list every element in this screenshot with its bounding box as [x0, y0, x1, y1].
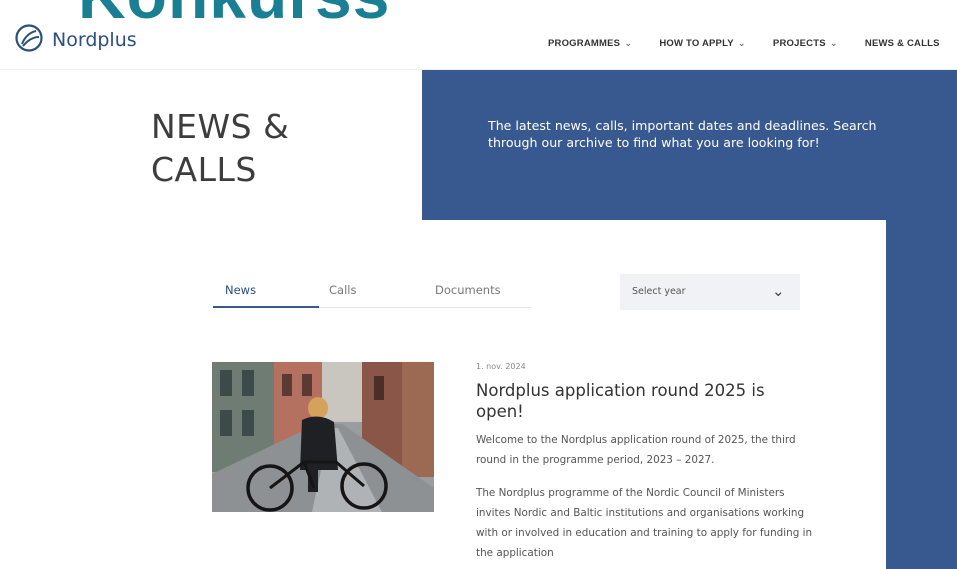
- tab-calls[interactable]: Calls: [329, 283, 356, 297]
- main-nav: PROGRAMMES ⌄ HOW TO APPLY ⌄ PROJECTS ⌄ NEWS…: [548, 38, 940, 49]
- content-tabs: News Calls Documents: [213, 279, 531, 308]
- tab-documents[interactable]: Documents: [435, 283, 501, 297]
- article-title[interactable]: Nordplus application round 2025 is open!: [476, 380, 806, 422]
- page: Nordplus PROGRAMMES ⌄ HOW TO APPLY ⌄ PROJE…: [0, 0, 957, 569]
- overlay-title: Konkurss: [78, 0, 390, 28]
- article-paragraph-2: The Nordplus programme of the Nordic Cou…: [476, 487, 813, 559]
- chevron-down-icon: ⌄: [737, 38, 746, 49]
- side-accent-strip: [886, 220, 957, 569]
- nav-item-news-calls[interactable]: NEWS & CALLS: [865, 38, 940, 49]
- chevron-down-icon: ⌄: [624, 38, 633, 49]
- chevron-down-icon: ⌄: [772, 282, 785, 300]
- nordplus-logo-icon: [14, 23, 44, 57]
- nav-item-how-to-apply[interactable]: HOW TO APPLY ⌄: [659, 38, 746, 49]
- nav-item-programmes[interactable]: PROGRAMMES ⌄: [548, 38, 632, 49]
- page-title: NEWS & CALLS: [151, 105, 289, 191]
- year-select-value: Select year: [632, 286, 686, 297]
- year-select[interactable]: Select year ⌄: [620, 274, 800, 310]
- hero-intro-text: The latest news, calls, important dates …: [488, 118, 877, 150]
- tab-news[interactable]: News: [225, 283, 256, 297]
- news-article: 1. nov. 2024 Nordplus application round …: [476, 362, 836, 563]
- article-image[interactable]: [212, 362, 434, 512]
- page-title-line-1: NEWS &: [151, 107, 290, 146]
- chevron-down-icon: ⌄: [829, 38, 838, 49]
- page-title-line-2: CALLS: [151, 150, 257, 189]
- hero-intro-panel: The latest news, calls, important dates …: [422, 70, 957, 220]
- article-date: 1. nov. 2024: [476, 362, 526, 371]
- nav-item-projects[interactable]: PROJECTS ⌄: [773, 38, 838, 49]
- article-paragraph-1: Welcome to the Nordplus application roun…: [476, 434, 796, 466]
- logo-text: Nordplus: [52, 29, 137, 51]
- active-tab-indicator: [213, 306, 319, 308]
